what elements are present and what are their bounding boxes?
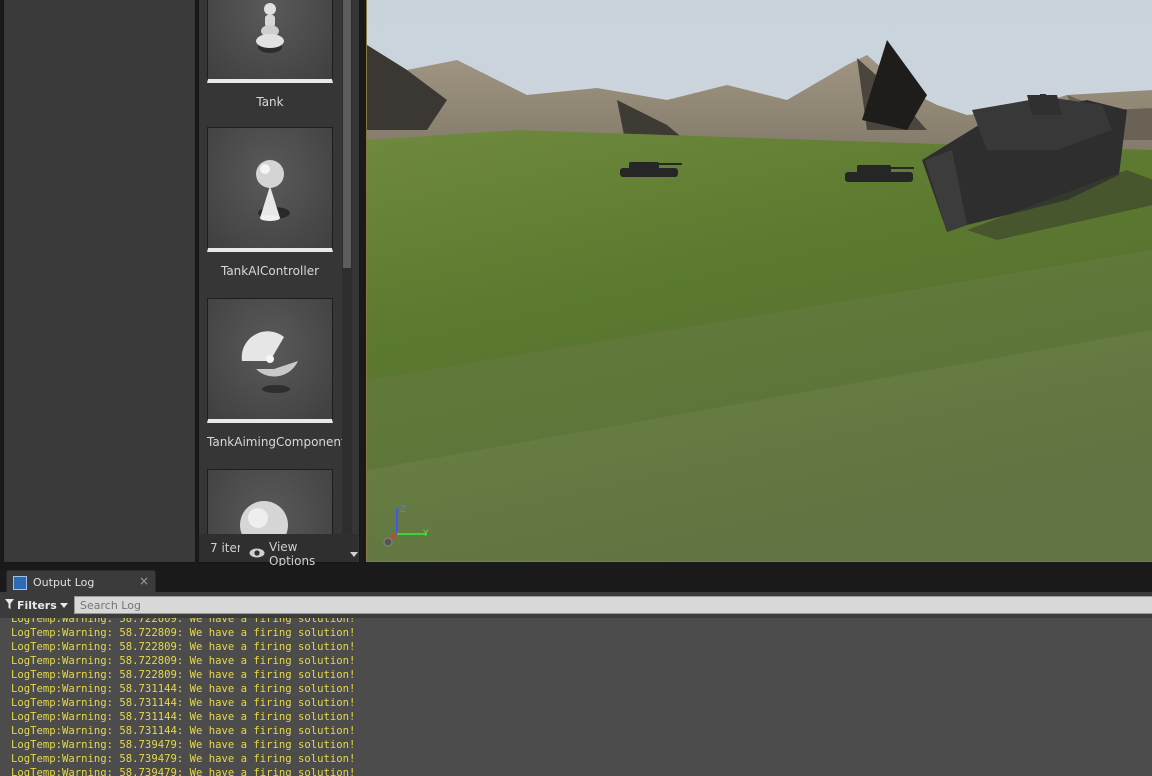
asset-tile-tankaimingcomponent[interactable]: TankAimingComponent xyxy=(207,298,346,449)
content-browser-assets: Tank TankAIController TankAimingComponen… xyxy=(198,0,360,563)
axis-gizmo: Z Y xyxy=(383,505,429,547)
controller-thumbnail xyxy=(207,127,333,252)
log-toolbar: Filters xyxy=(0,592,1152,618)
log-line: LogTemp:Warning: 58.722809: We have a fi… xyxy=(11,669,356,681)
log-body[interactable]: LogTemp:Warning: 58.722809: We have a fi… xyxy=(0,618,1152,776)
chevron-down-icon xyxy=(350,547,358,561)
log-line: LogTemp:Warning: 58.739479: We have a fi… xyxy=(11,739,356,751)
log-line: LogTemp:Warning: 58.739479: We have a fi… xyxy=(11,767,356,776)
viewport-scene xyxy=(367,0,1152,561)
chevron-down-icon xyxy=(59,599,68,612)
log-line: LogTemp:Warning: 58.731144: We have a fi… xyxy=(11,725,356,737)
left-panel xyxy=(3,0,196,563)
item-count: 7 items xyxy=(210,541,240,555)
view-options-label: View Options xyxy=(269,540,316,568)
eye-icon xyxy=(249,547,265,561)
log-line: LogTemp:Warning: 58.731144: We have a fi… xyxy=(11,711,356,723)
log-line: LogTemp:Warning: 58.722809: We have a fi… xyxy=(11,618,356,625)
log-line: LogTemp:Warning: 58.722809: We have a fi… xyxy=(11,627,356,639)
close-icon[interactable]: × xyxy=(139,574,149,588)
search-log-input[interactable] xyxy=(74,596,1152,614)
log-lines: LogTemp:Warning: 58.722809: We have a fi… xyxy=(11,618,355,776)
output-log-icon xyxy=(13,576,27,590)
filter-funnel-icon xyxy=(5,598,14,612)
tab-label: Output Log xyxy=(33,576,95,589)
asset-footer: 7 items View Options xyxy=(199,534,358,568)
asset-label: TankAIController xyxy=(220,264,320,278)
distant-tank xyxy=(620,162,682,177)
filters-label: Filters xyxy=(17,598,57,612)
asset-label: TankAimingComponent xyxy=(207,435,346,449)
level-viewport[interactable]: Z Y xyxy=(366,0,1152,562)
asset-scrollbar-thumb[interactable] xyxy=(343,0,351,268)
log-tab-bar: Output Log × xyxy=(0,566,1152,593)
pawn-thumbnail xyxy=(207,0,333,83)
asset-tile-tankaicontroller[interactable]: TankAIController xyxy=(207,127,333,278)
log-line: LogTemp:Warning: 58.739479: We have a fi… xyxy=(11,753,356,765)
log-line: LogTemp:Warning: 58.722809: We have a fi… xyxy=(11,655,356,667)
log-line: LogTemp:Warning: 58.731144: We have a fi… xyxy=(11,683,356,695)
axis-z-label: Z xyxy=(400,505,406,515)
view-options-button[interactable]: View Options xyxy=(249,540,358,568)
log-line: LogTemp:Warning: 58.722809: We have a fi… xyxy=(11,641,356,653)
tab-output-log[interactable]: Output Log × xyxy=(6,570,156,593)
component-thumbnail xyxy=(207,298,333,423)
asset-label: Tank xyxy=(256,95,284,109)
filters-button[interactable]: Filters xyxy=(5,596,69,614)
asset-tile-tank[interactable]: Tank xyxy=(207,0,333,109)
axis-y-label: Y xyxy=(422,529,429,539)
log-line: LogTemp:Warning: 58.731144: We have a fi… xyxy=(11,697,356,709)
